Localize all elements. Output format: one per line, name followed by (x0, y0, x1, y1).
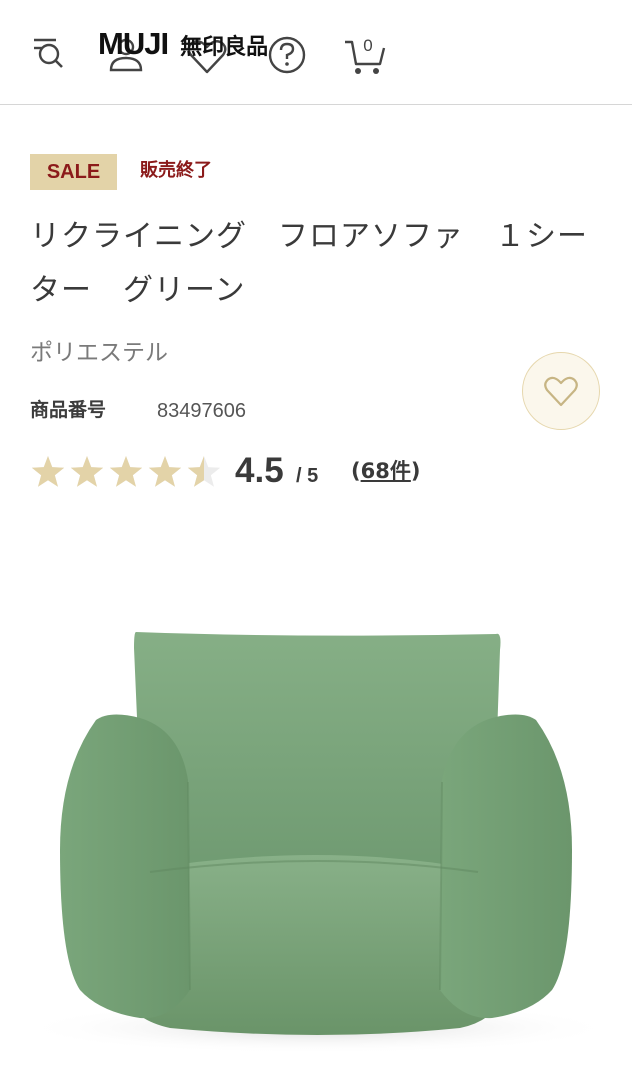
muji-logo[interactable]: MUJI 無印良品 (98, 26, 268, 66)
logo-latin-text: MUJI (98, 26, 169, 61)
product-number-label: 商品番号 (30, 399, 107, 421)
review-count-link[interactable]: 68件 (361, 459, 411, 483)
product-material: ポリエステル (30, 340, 168, 366)
help-icon[interactable] (266, 34, 308, 76)
rating-star-filled (148, 456, 182, 487)
favorite-button[interactable] (522, 352, 600, 430)
product-image-sofa[interactable] (0, 520, 632, 1080)
search-menu-icon[interactable] (30, 36, 66, 72)
rating-star-filled (31, 456, 65, 487)
site-header: MUJI 無印良品 0 (0, 0, 632, 105)
rating-max: / 5 (296, 465, 319, 487)
heart-outline-icon (544, 376, 578, 407)
review-count-open: ( (351, 459, 361, 483)
rating-value: 4.5 (235, 451, 284, 490)
cart-count-badge: 0 (363, 36, 373, 55)
sale-badge: SALE (30, 154, 117, 190)
logo-kanji-text: 無印良品 (180, 35, 269, 60)
product-number-value: 83497606 (157, 400, 246, 422)
review-count: (68件) (351, 455, 420, 487)
rating-stars (31, 456, 221, 487)
sales-status: 販売終了 (140, 160, 212, 181)
product-title: リクライニング フロアソファ １シーター グリーン (30, 219, 588, 308)
rating-star-filled (70, 456, 104, 487)
review-count-close: ) (410, 459, 421, 483)
rating-star-filled (109, 456, 143, 487)
